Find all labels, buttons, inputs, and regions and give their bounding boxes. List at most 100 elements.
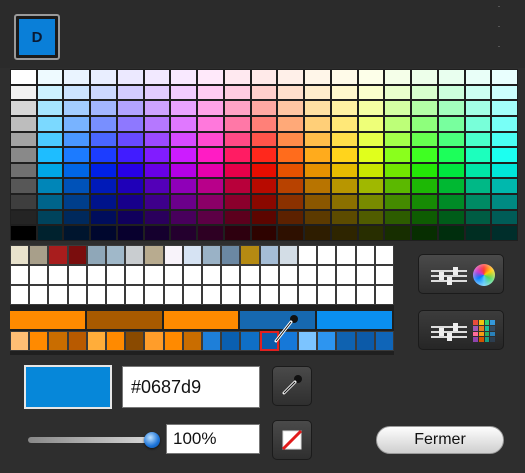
palette-swatch[interactable] bbox=[357, 162, 385, 179]
palette-swatch[interactable] bbox=[10, 100, 37, 116]
palette-swatch[interactable] bbox=[411, 100, 438, 116]
palette-swatch[interactable] bbox=[411, 209, 438, 226]
palette-swatch[interactable] bbox=[330, 100, 358, 116]
custom-swatch[interactable] bbox=[298, 245, 318, 265]
custom-swatch[interactable] bbox=[202, 245, 222, 265]
palette-swatch[interactable] bbox=[250, 225, 278, 241]
palette-swatch[interactable] bbox=[170, 147, 198, 163]
custom-swatch[interactable] bbox=[163, 285, 183, 305]
palette-swatch[interactable] bbox=[197, 147, 224, 163]
custom-swatch[interactable] bbox=[144, 245, 164, 265]
palette-swatch[interactable] bbox=[277, 131, 305, 148]
palette-swatch[interactable] bbox=[491, 115, 518, 132]
palette-swatch[interactable] bbox=[170, 225, 198, 241]
palette-swatch[interactable] bbox=[143, 84, 171, 101]
palette-swatch[interactable] bbox=[170, 115, 198, 132]
resize-grip-icon[interactable] bbox=[498, 6, 500, 62]
palette-swatch[interactable] bbox=[223, 131, 251, 148]
palette-swatch[interactable] bbox=[330, 147, 358, 163]
custom-swatch[interactable] bbox=[125, 265, 145, 285]
palette-swatch[interactable] bbox=[384, 115, 412, 132]
palette-swatch[interactable] bbox=[384, 100, 412, 116]
palette-swatch[interactable] bbox=[143, 209, 171, 226]
palette-swatch[interactable] bbox=[170, 209, 198, 226]
palette-swatch[interactable] bbox=[10, 115, 37, 132]
custom-swatch[interactable] bbox=[240, 245, 260, 265]
palette-swatch[interactable] bbox=[36, 147, 64, 163]
no-color-button[interactable] bbox=[272, 420, 312, 460]
palette-swatch[interactable] bbox=[90, 115, 117, 132]
palette-swatch[interactable] bbox=[116, 69, 144, 85]
palette-swatch[interactable] bbox=[437, 147, 465, 163]
custom-swatch[interactable] bbox=[144, 285, 164, 305]
palette-swatch[interactable] bbox=[464, 194, 492, 210]
palette-swatch[interactable] bbox=[384, 131, 412, 148]
palette-swatch[interactable] bbox=[304, 209, 331, 226]
palette-swatch[interactable] bbox=[90, 194, 117, 210]
palette-swatch[interactable] bbox=[63, 194, 91, 210]
custom-swatch[interactable] bbox=[336, 285, 356, 305]
palette-swatch[interactable] bbox=[437, 84, 465, 101]
palette-swatch[interactable] bbox=[36, 225, 64, 241]
palette-swatch[interactable] bbox=[437, 194, 465, 210]
palette-swatch[interactable] bbox=[491, 100, 518, 116]
custom-swatch[interactable] bbox=[317, 265, 337, 285]
palette-swatch[interactable] bbox=[464, 115, 492, 132]
palette-swatch[interactable] bbox=[143, 147, 171, 163]
palette-swatch[interactable] bbox=[10, 178, 37, 195]
palette-swatch[interactable] bbox=[250, 84, 278, 101]
palette-swatch[interactable] bbox=[10, 194, 37, 210]
eyedropper-button[interactable] bbox=[272, 366, 312, 406]
palette-swatch[interactable] bbox=[357, 84, 385, 101]
palette-swatch[interactable] bbox=[411, 69, 438, 85]
recent-swatch[interactable] bbox=[355, 331, 375, 351]
palette-swatch[interactable] bbox=[384, 84, 412, 101]
recent-color-strip[interactable] bbox=[10, 311, 85, 329]
palette-swatch[interactable] bbox=[330, 69, 358, 85]
recent-swatch[interactable] bbox=[317, 331, 337, 351]
opacity-input[interactable] bbox=[166, 424, 260, 454]
palette-swatch[interactable] bbox=[464, 178, 492, 195]
custom-swatch[interactable] bbox=[10, 265, 30, 285]
recent-color-strip[interactable] bbox=[86, 311, 162, 329]
palette-swatch[interactable] bbox=[36, 209, 64, 226]
palette-swatch[interactable] bbox=[36, 115, 64, 132]
palette-swatch[interactable] bbox=[197, 115, 224, 132]
palette-swatch[interactable] bbox=[357, 147, 385, 163]
custom-swatch[interactable] bbox=[86, 245, 106, 265]
palette-swatch[interactable] bbox=[197, 178, 224, 195]
palette-swatch[interactable] bbox=[116, 225, 144, 241]
palette-swatch[interactable] bbox=[170, 69, 198, 85]
palette-swatch[interactable] bbox=[464, 209, 492, 226]
custom-swatch[interactable] bbox=[67, 265, 87, 285]
custom-swatch[interactable] bbox=[86, 265, 106, 285]
custom-swatch[interactable] bbox=[48, 265, 68, 285]
palette-swatch[interactable] bbox=[277, 194, 305, 210]
palette-swatch[interactable] bbox=[491, 225, 518, 241]
palette-swatch[interactable] bbox=[357, 178, 385, 195]
custom-swatch[interactable] bbox=[182, 265, 202, 285]
palette-swatch[interactable] bbox=[437, 115, 465, 132]
palette-swatch[interactable] bbox=[411, 194, 438, 210]
custom-swatch[interactable] bbox=[374, 265, 394, 285]
palette-swatch[interactable] bbox=[491, 194, 518, 210]
custom-swatch[interactable] bbox=[240, 265, 260, 285]
palette-swatch[interactable] bbox=[223, 69, 251, 85]
palette-swatch[interactable] bbox=[437, 131, 465, 148]
palette-swatch[interactable] bbox=[384, 194, 412, 210]
palette-swatch[interactable] bbox=[277, 162, 305, 179]
palette-swatch[interactable] bbox=[90, 69, 117, 85]
palette-swatch[interactable] bbox=[223, 194, 251, 210]
recent-swatch[interactable] bbox=[67, 331, 87, 351]
custom-swatch[interactable] bbox=[125, 285, 145, 305]
palette-swatch[interactable] bbox=[10, 209, 37, 226]
palette-swatch[interactable] bbox=[116, 162, 144, 179]
palette-swatch[interactable] bbox=[116, 84, 144, 101]
palette-swatch[interactable] bbox=[330, 178, 358, 195]
palette-swatch[interactable] bbox=[63, 209, 91, 226]
palette-swatch[interactable] bbox=[223, 100, 251, 116]
palette-swatch[interactable] bbox=[491, 147, 518, 163]
custom-swatch[interactable] bbox=[259, 265, 279, 285]
palette-swatch[interactable] bbox=[223, 162, 251, 179]
custom-swatch[interactable] bbox=[278, 285, 298, 305]
